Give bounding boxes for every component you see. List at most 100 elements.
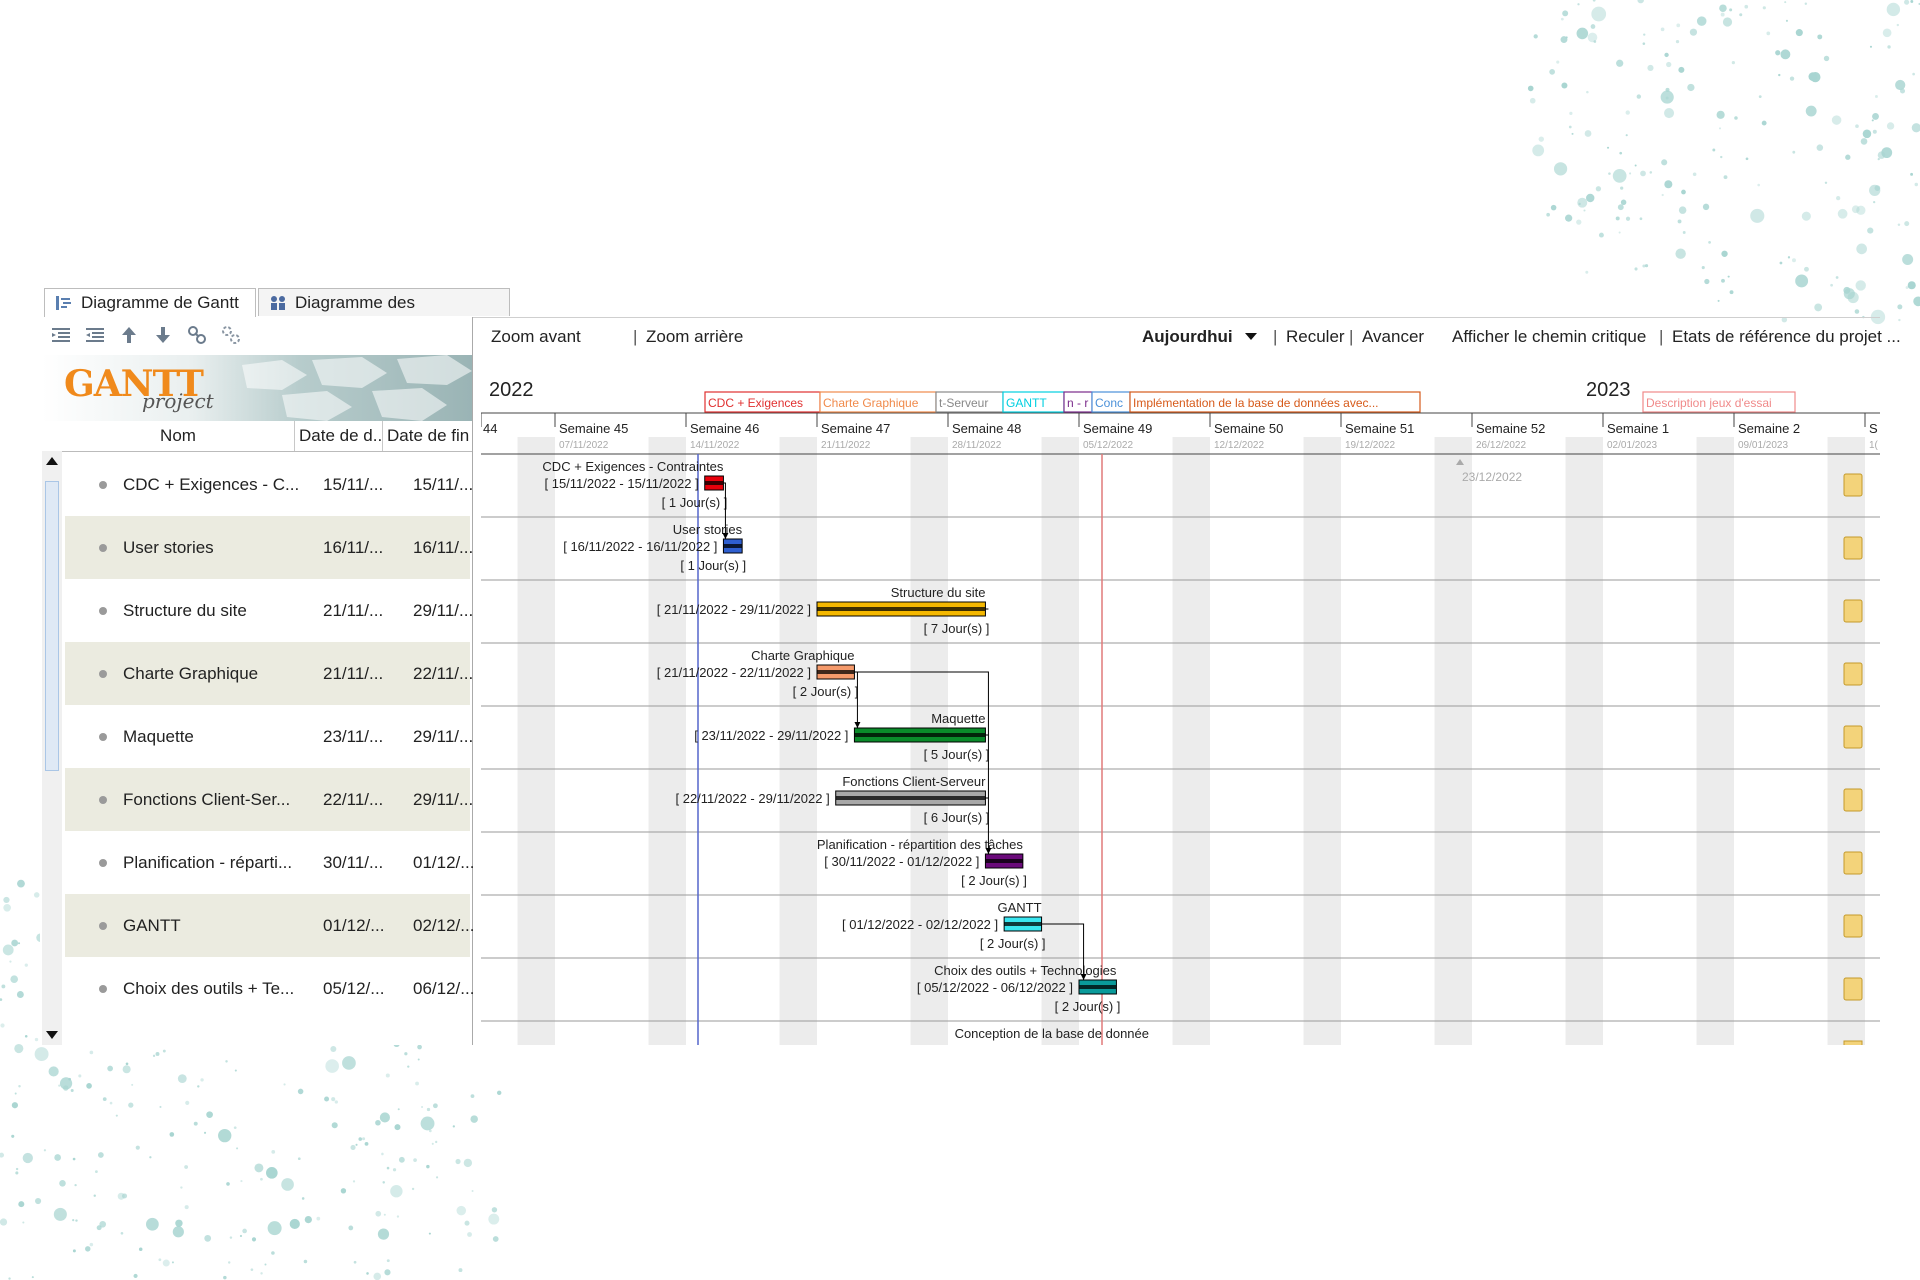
critical-path-link[interactable]: Afficher le chemin critique: [1452, 327, 1646, 347]
speckle-dot: [96, 1225, 102, 1231]
unlink-button[interactable]: [218, 322, 244, 348]
speckle-dot: [70, 1089, 74, 1093]
speckle-dot: [11, 1134, 15, 1138]
task-notes-icon[interactable]: [1843, 851, 1863, 875]
baselines-link[interactable]: Etats de référence du projet ...: [1672, 327, 1901, 347]
speckle-dot: [1913, 296, 1920, 307]
speckle-dot: [271, 1251, 275, 1255]
speckle-dot: [1823, 55, 1830, 62]
task-row[interactable]: Charte Graphique 21/11/... 22/11/...: [65, 642, 474, 705]
tab-resources-diagram[interactable]: Diagramme des Ressources: [258, 288, 510, 340]
task-name: Structure du site: [123, 601, 247, 620]
task-notes-icon[interactable]: [1843, 914, 1863, 938]
task-bar-critical-stripe: [704, 481, 724, 485]
week-date-label: 14/11/2022: [690, 440, 740, 451]
speckle-dot: [289, 1218, 300, 1230]
speckle-dot: [1882, 28, 1892, 38]
task-row[interactable]: Planification - réparti... 30/11/... 01/12…: [65, 831, 474, 894]
speckle-dot: [1642, 264, 1646, 268]
task-bar-duration-label: [ 5 Jour(s) ]: [924, 747, 990, 762]
task-column-headers: Nom Date de d... Date de fin: [62, 421, 472, 452]
task-bar-name-label: Conception de la base de donnée: [955, 1026, 1149, 1041]
speckle-dot: [162, 1049, 166, 1053]
speckle-dot: [397, 1108, 400, 1111]
speckle-dot: [1856, 243, 1867, 255]
speckle-dot: [1562, 10, 1569, 17]
weekend-shade: [1172, 437, 1210, 1047]
speckle-dot: [384, 1269, 391, 1276]
speckle-dot: [366, 1272, 369, 1275]
task-bullet-icon: [99, 544, 107, 552]
tab-gantt-label: Diagramme de Gantt: [81, 293, 239, 312]
task-bar-duration-label: [ 1 Jour(s) ]: [680, 558, 746, 573]
unindent-button[interactable]: [48, 322, 74, 348]
task-row[interactable]: User stories 16/11/... 16/11/...: [65, 516, 473, 579]
speckle-dot: [1660, 90, 1674, 104]
task-notes-icon[interactable]: [1843, 1040, 1863, 1050]
today-dropdown[interactable]: Aujourdhui: [1142, 327, 1233, 347]
speckle-dot: [125, 1062, 129, 1066]
back-link[interactable]: Reculer: [1286, 327, 1345, 347]
task-end-date: 29/11/...: [413, 727, 474, 746]
task-notes-icon[interactable]: [1843, 473, 1863, 497]
task-notes-icon[interactable]: [1843, 788, 1863, 812]
tab-bar: Diagramme de Gantt Diagramme des Ressour…: [40, 285, 1880, 340]
speckle-dot: [53, 1207, 67, 1221]
week-label: Semaine 49: [1083, 421, 1152, 436]
weekend-shade: [1303, 437, 1341, 1047]
task-row[interactable]: GANTT 01/12/... 02/12/...: [65, 894, 474, 957]
task-list-scrollbar[interactable]: [42, 451, 62, 1045]
speckle-dot: [184, 1165, 189, 1169]
task-bar-duration-label: [ 2 Jour(s) ]: [961, 873, 1027, 888]
task-start-date: 15/11/...: [323, 475, 384, 494]
speckle-dot: [303, 1259, 308, 1264]
speckle-dot: [1914, 182, 1919, 187]
zoom-in-link[interactable]: Zoom avant: [491, 327, 581, 347]
speckle-dot: [1608, 172, 1611, 175]
task-name: Choix des outils + Te...: [123, 979, 295, 998]
column-end-header[interactable]: Date de fin: [382, 421, 472, 451]
speckle-dot: [1527, 85, 1534, 92]
indent-button[interactable]: [82, 322, 108, 348]
task-notes-icon[interactable]: [1843, 599, 1863, 623]
speckle-dot: [404, 1052, 408, 1056]
speckle-dot: [135, 1145, 140, 1150]
scroll-up-arrow-icon[interactable]: [46, 457, 58, 465]
task-bar-dates-label: [ 15/11/2022 - 15/11/2022 ]: [545, 476, 699, 491]
speckle-dot: [470, 1094, 475, 1098]
task-notes-icon[interactable]: [1843, 536, 1863, 560]
chevron-down-icon[interactable]: [1245, 333, 1257, 341]
task-start-date: 05/12/...: [323, 979, 385, 998]
task-bar-name-label: Fonctions Client-Serveur: [842, 774, 986, 789]
task-notes-icon[interactable]: [1843, 725, 1863, 749]
task-end-date: 22/11/...: [413, 664, 474, 683]
speckle-dot: [1904, 221, 1910, 227]
speckle-dot: [1910, 172, 1914, 176]
speckle-dot: [1719, 4, 1727, 13]
task-row[interactable]: Structure du site 21/11/... 29/11/...: [65, 579, 473, 642]
task-row[interactable]: Fonctions Client-Ser... 22/11/... 29/11/..…: [65, 768, 473, 831]
speckle-dot: [464, 1220, 470, 1226]
column-name-header[interactable]: Nom: [62, 421, 294, 451]
task-row[interactable]: CDC + Exigences - C... 15/11/... 15/11/...: [65, 453, 473, 516]
task-notes-icon[interactable]: [1843, 977, 1863, 1001]
task-row[interactable]: Choix des outils + Te... 05/12/... 06/12/.…: [65, 957, 474, 1020]
speckle-dot: [1897, 223, 1901, 226]
move-up-button[interactable]: [116, 322, 142, 348]
link-button[interactable]: [184, 322, 210, 348]
speckle-dot: [1881, 147, 1893, 159]
column-start-header[interactable]: Date de d...: [294, 421, 382, 451]
speckle-dot: [1637, 0, 1644, 4]
move-down-button[interactable]: [150, 322, 176, 348]
dependency-arrowhead-icon: [854, 722, 861, 728]
task-row[interactable]: Maquette 23/11/... 29/11/...: [65, 705, 474, 768]
week-label: Semaine 1: [1607, 421, 1669, 436]
task-notes-icon[interactable]: [1843, 662, 1863, 686]
speckle-dot: [1571, 132, 1574, 135]
forward-link[interactable]: Avancer: [1362, 327, 1424, 347]
scrollbar-thumb[interactable]: [45, 481, 59, 771]
zoom-out-link[interactable]: Zoom arrière: [646, 327, 743, 347]
timeline-item-label: Charte Graphique: [823, 396, 919, 410]
scroll-down-arrow-icon[interactable]: [46, 1031, 58, 1039]
tab-gantt-diagram[interactable]: Diagramme de Gantt: [44, 288, 256, 318]
